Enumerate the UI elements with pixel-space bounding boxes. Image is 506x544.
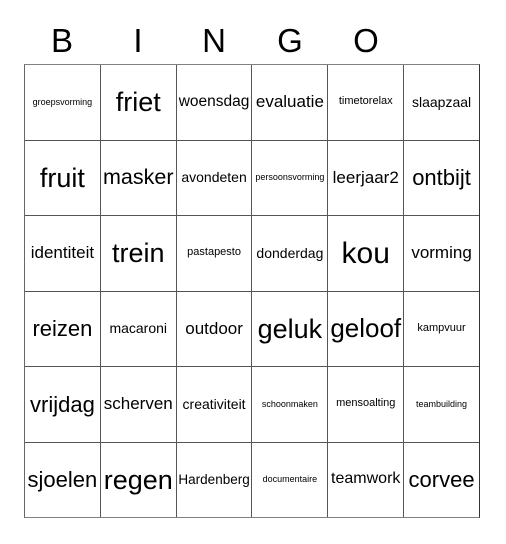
bingo-cell-label: sjoelen — [27, 467, 98, 493]
bingo-header-letter-0: B — [50, 21, 73, 59]
bingo-cell-label: slaapzaal — [411, 93, 472, 110]
bingo-cell-r4-c3[interactable]: outdoor — [175, 291, 252, 366]
bingo-cell-label: kou — [341, 236, 390, 270]
bingo-cell-r1-c5[interactable]: timetorelax — [327, 65, 404, 140]
bingo-cell-label: vrijdag — [30, 391, 95, 417]
bingo-cell-label: regen — [103, 464, 173, 495]
bingo-row: sjoelen regen Hardenberg documentaire teamwo… — [25, 441, 479, 517]
bingo-cell-label: geluk — [257, 313, 323, 344]
bingo-cell-r2-c3[interactable]: avondeten — [175, 140, 252, 215]
bingo-grid: groepsvorming friet woensdag evaluatie timet… — [24, 64, 480, 518]
bingo-cell-r1-c6[interactable]: slaapzaal — [403, 65, 479, 140]
bingo-cell-r5-c5[interactable]: mensoalting — [327, 367, 404, 442]
bingo-cell-label: documentaire — [262, 474, 318, 485]
bingo-cell-label: timetorelax — [338, 95, 393, 108]
bingo-row: fruit masker avondeten persoonsvorming leerj… — [25, 139, 479, 215]
bingo-cell-r1-c2[interactable]: friet — [99, 65, 176, 140]
bingo-cell-r5-c4[interactable]: schoonmaken — [251, 367, 328, 442]
bingo-cell-r6-c1[interactable]: sjoelen — [25, 442, 100, 517]
bingo-cell-label: evaluatie — [255, 92, 324, 112]
bingo-cell-label: woensdag — [178, 93, 250, 111]
bingo-cell-label: scherven — [103, 394, 173, 414]
bingo-cell-label: leerjaar2 — [332, 167, 399, 187]
bingo-cell-label: schoonmaken — [261, 398, 318, 409]
bingo-cell-r6-c4[interactable]: documentaire — [251, 442, 328, 517]
bingo-header-row: BINGO — [24, 18, 480, 62]
bingo-cell-label: creativiteit — [182, 395, 246, 412]
bingo-cell-label: teamwork — [331, 470, 401, 488]
bingo-cell-label: groepsvorming — [32, 96, 93, 107]
bingo-cell-r6-c6[interactable]: corvee — [403, 442, 479, 517]
bingo-cell-r3-c2[interactable]: trein — [99, 216, 176, 291]
bingo-cell-r1-c4[interactable]: evaluatie — [251, 65, 328, 140]
bingo-cell-r4-c6[interactable]: kampvuur — [403, 291, 479, 366]
bingo-cell-r6-c2[interactable]: regen — [99, 442, 176, 517]
bingo-header-letter-3: G — [277, 21, 303, 59]
bingo-cell-r2-c4[interactable]: persoonsvorming — [251, 140, 328, 215]
bingo-cell-r5-c6[interactable]: teambuilding — [403, 367, 479, 442]
bingo-cell-label: mensoalting — [336, 397, 396, 410]
bingo-cell-label: Hardenberg — [178, 471, 250, 487]
bingo-row: groepsvorming friet woensdag evaluatie timet… — [25, 65, 479, 140]
bingo-cell-r3-c3[interactable]: pastapesto — [175, 216, 252, 291]
bingo-cell-r1-c3[interactable]: woensdag — [175, 65, 252, 140]
bingo-cell-label: masker — [103, 165, 174, 190]
bingo-header-letter-4: O — [353, 21, 379, 59]
bingo-card: B I N G O groepsvorming friet woensdag evaluati… — [0, 0, 506, 544]
bingo-cell-r4-c1[interactable]: reizen — [25, 291, 100, 366]
bingo-cell-r2-c2[interactable]: masker — [99, 140, 176, 215]
bingo-cell-label: donderdag — [256, 244, 324, 261]
bingo-row: identiteit trein pastapesto donderdag kou vor… — [25, 215, 479, 291]
bingo-cell-r4-c4[interactable]: geluk — [251, 291, 328, 366]
bingo-cell-label: reizen — [32, 316, 93, 342]
bingo-cell-r5-c2[interactable]: scherven — [99, 367, 176, 442]
bingo-cell-r2-c1[interactable]: fruit — [25, 140, 100, 215]
bingo-row: vrijdag scherven creativiteit schoonmaken me… — [25, 366, 479, 442]
bingo-header-letter-1: I — [133, 21, 143, 59]
bingo-cell-label: vorming — [411, 243, 472, 263]
bingo-row: reizen macaroni outdoor geluk geloof kampvuur — [25, 290, 479, 366]
bingo-cell-r6-c5[interactable]: teamwork — [327, 442, 404, 517]
bingo-cell-r3-c5[interactable]: kou — [327, 216, 404, 291]
bingo-cell-label: trein — [111, 238, 165, 269]
bingo-cell-label: persoonsvorming — [255, 172, 325, 183]
bingo-cell-label: ontbijt — [412, 165, 471, 191]
bingo-cell-label: teambuilding — [416, 398, 468, 409]
bingo-cell-label: kampvuur — [417, 321, 466, 334]
bingo-cell-r4-c5[interactable]: geloof — [327, 291, 404, 366]
bingo-cell-label: geloof — [330, 313, 402, 344]
bingo-cell-label: fruit — [39, 162, 85, 193]
bingo-cell-label: avondeten — [181, 169, 247, 186]
bingo-cell-r1-c1[interactable]: groepsvorming — [25, 65, 100, 140]
bingo-cell-r6-c3[interactable]: Hardenberg — [175, 442, 252, 517]
bingo-cell-label: macaroni — [109, 320, 168, 337]
bingo-cell-label: corvee — [408, 467, 475, 493]
bingo-cell-r3-c6[interactable]: vorming — [403, 216, 479, 291]
bingo-header-letter-5 — [404, 18, 480, 62]
bingo-cell-label: outdoor — [185, 318, 243, 338]
bingo-cell-r4-c2[interactable]: macaroni — [99, 291, 176, 366]
bingo-cell-r5-c3[interactable]: creativiteit — [175, 367, 252, 442]
bingo-cell-r3-c4[interactable]: donderdag — [251, 216, 328, 291]
bingo-cell-label: identiteit — [30, 243, 95, 263]
bingo-header-letter-2: N — [202, 21, 226, 59]
bingo-cell-label: friet — [115, 87, 161, 118]
bingo-cell-r2-c6[interactable]: ontbijt — [403, 140, 479, 215]
bingo-cell-label: pastapesto — [187, 246, 241, 259]
bingo-cell-r5-c1[interactable]: vrijdag — [25, 367, 100, 442]
bingo-cell-r2-c5[interactable]: leerjaar2 — [327, 140, 404, 215]
bingo-cell-r3-c1[interactable]: identiteit — [25, 216, 100, 291]
